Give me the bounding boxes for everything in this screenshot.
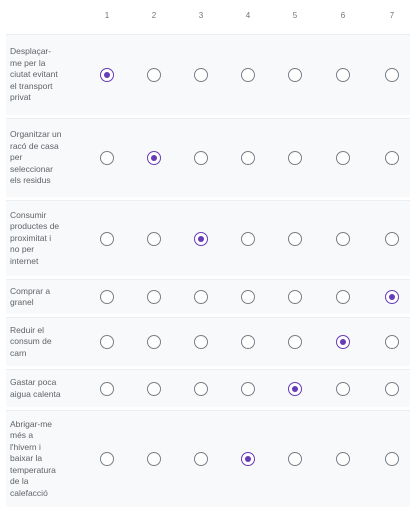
row-label: Abrigar-me més a l'hivern i baixar la te… xyxy=(10,418,56,498)
column-header-6: 6 xyxy=(340,11,346,20)
grid-question: 1 2 3 4 5 6 7 Desplaçar- me per la ciutat evit… xyxy=(0,0,410,507)
radio-button-5[interactable] xyxy=(288,151,302,165)
radio-button-5[interactable] xyxy=(288,452,302,466)
radio-button-6[interactable] xyxy=(336,231,350,246)
radio-button-1[interactable] xyxy=(100,68,114,82)
radio-button-5[interactable] xyxy=(288,335,302,349)
radio-button-7[interactable] xyxy=(385,68,399,82)
column-header-4: 4 xyxy=(245,11,251,20)
radio-button-6[interactable] xyxy=(336,290,350,304)
radio-button-2[interactable] xyxy=(147,231,161,246)
radio-button-7[interactable] xyxy=(385,231,399,246)
radio-button-1[interactable] xyxy=(100,151,114,165)
radio-button-3[interactable] xyxy=(194,68,208,82)
radio-button-7[interactable] xyxy=(385,151,399,165)
radio-button-2[interactable] xyxy=(147,452,161,466)
radio-button-3[interactable] xyxy=(194,452,208,466)
question-row: Gastar poca aigua calenta xyxy=(6,369,410,407)
question-row: Reduir el consum de carn xyxy=(6,317,410,366)
radio-button-2[interactable] xyxy=(147,335,161,349)
column-header-3: 3 xyxy=(198,11,204,20)
radio-button-3[interactable] xyxy=(194,231,208,246)
radio-button-4[interactable] xyxy=(241,290,255,304)
radio-button-4[interactable] xyxy=(241,151,255,165)
radio-button-1[interactable] xyxy=(100,290,114,304)
radio-button-7[interactable] xyxy=(385,290,399,304)
scale-header: 1 2 3 4 5 6 7 xyxy=(0,0,410,30)
radio-button-6[interactable] xyxy=(336,151,350,165)
row-label: Desplaçar- me per la ciutat evitant el t… xyxy=(10,46,58,103)
question-row: Desplaçar- me per la ciutat evitant el t… xyxy=(6,34,410,115)
question-row: Abrigar-me més a l'hivern i baixar la te… xyxy=(6,410,410,507)
radio-button-3[interactable] xyxy=(194,290,208,304)
question-row: Comprar a granel xyxy=(6,279,410,314)
row-label: Organitzar un racó de casa per seleccion… xyxy=(10,129,62,186)
radio-button-3[interactable] xyxy=(194,381,208,396)
radio-button-5[interactable] xyxy=(288,231,302,246)
radio-button-1[interactable] xyxy=(100,231,114,246)
radio-button-4[interactable] xyxy=(241,335,255,349)
row-label: Consumir productes de proximitat i no pe… xyxy=(10,209,60,266)
radio-button-4[interactable] xyxy=(241,231,255,246)
radio-button-5[interactable] xyxy=(288,68,302,82)
row-label: Reduir el consum de carn xyxy=(10,324,52,358)
question-row: Consumir productes de proximitat i no pe… xyxy=(6,200,410,276)
radio-button-5[interactable] xyxy=(288,290,302,304)
radio-button-4[interactable] xyxy=(241,452,255,466)
radio-button-4[interactable] xyxy=(241,68,255,82)
row-label: Comprar a granel xyxy=(10,285,51,308)
column-header-5: 5 xyxy=(292,11,298,20)
radio-button-3[interactable] xyxy=(194,335,208,349)
radio-button-7[interactable] xyxy=(385,335,399,349)
radio-button-7[interactable] xyxy=(385,452,399,466)
radio-button-7[interactable] xyxy=(385,381,399,396)
radio-button-1[interactable] xyxy=(100,381,114,396)
column-header-7: 7 xyxy=(389,11,395,20)
radio-button-2[interactable] xyxy=(147,151,161,165)
radio-button-1[interactable] xyxy=(100,452,114,466)
column-header-1: 1 xyxy=(104,11,110,20)
radio-button-5[interactable] xyxy=(288,381,302,396)
radio-button-6[interactable] xyxy=(336,68,350,82)
row-label: Gastar poca aigua calenta xyxy=(10,377,61,399)
radio-button-2[interactable] xyxy=(147,290,161,304)
column-header-2: 2 xyxy=(151,11,157,20)
radio-button-1[interactable] xyxy=(100,335,114,349)
radio-button-2[interactable] xyxy=(147,68,161,82)
radio-button-6[interactable] xyxy=(336,452,350,466)
question-row: Organitzar un racó de casa per seleccion… xyxy=(6,118,410,197)
radio-button-2[interactable] xyxy=(147,381,161,396)
radio-button-3[interactable] xyxy=(194,151,208,165)
radio-button-4[interactable] xyxy=(241,381,255,396)
radio-button-6[interactable] xyxy=(336,335,350,349)
radio-button-6[interactable] xyxy=(336,381,350,396)
